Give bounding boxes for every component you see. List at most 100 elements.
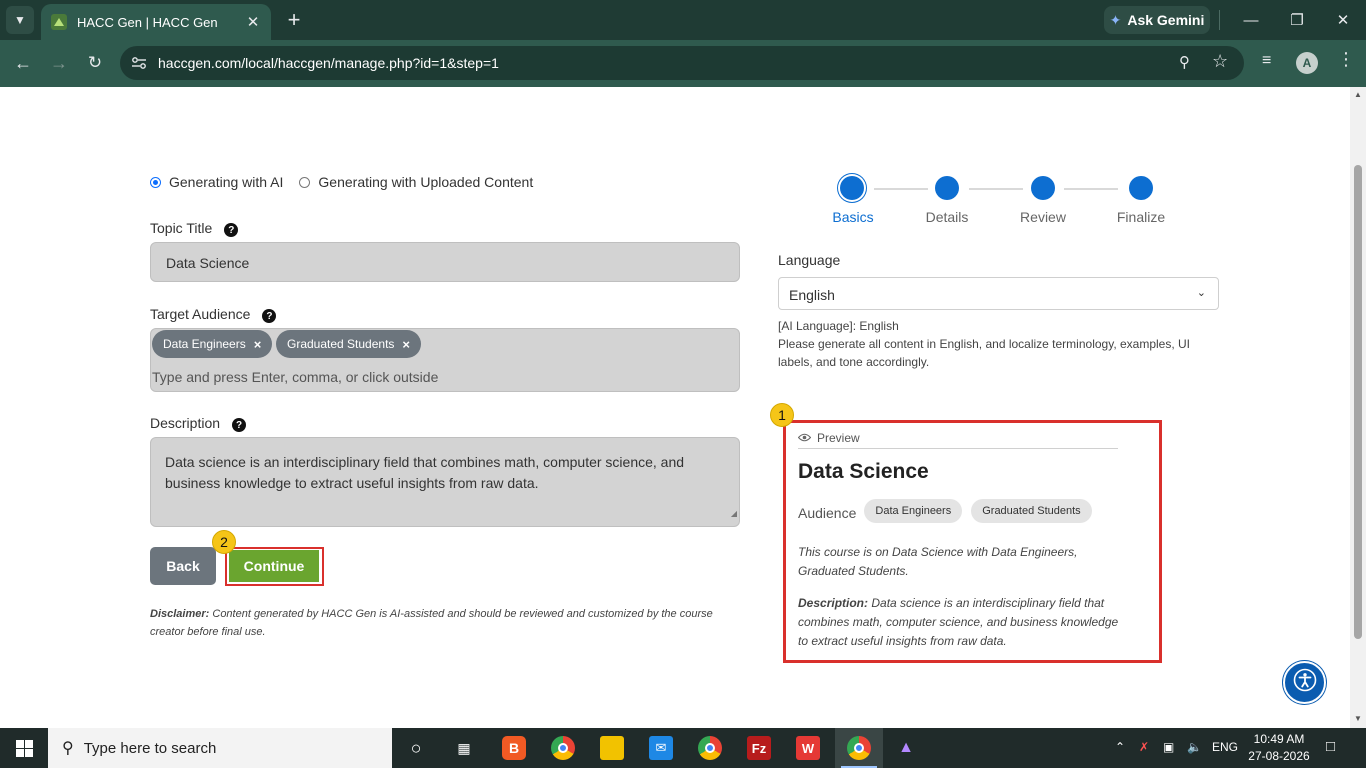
question-icon[interactable]: ?	[232, 418, 247, 432]
ask-gemini-label: Ask Gemini	[1127, 12, 1205, 28]
bookmark-star-icon[interactable]: ☆	[1212, 51, 1228, 72]
language-select[interactable]: English ⌄	[778, 277, 1219, 310]
input-language[interactable]: ENG	[1212, 740, 1238, 754]
topic-title-text: Topic Title	[150, 220, 213, 236]
chrome-active-icon[interactable]	[847, 736, 871, 760]
taskbar-search-placeholder: Type here to search	[83, 739, 217, 757]
audience-tag-label: Data Engineers	[163, 337, 246, 351]
preview-description: Description: Data science is an interdis…	[798, 594, 1128, 651]
reading-list-icon[interactable]: ≡	[1262, 52, 1271, 70]
preview-header: Preview	[797, 428, 1118, 449]
audience-input-placeholder[interactable]: Type and press Enter, comma, or click ou…	[152, 369, 438, 385]
step-connector	[1064, 188, 1118, 190]
description-value[interactable]: Data science is an interdisciplinary fie…	[165, 454, 684, 491]
preview-header-label: Preview	[817, 431, 860, 445]
security-tray-icon[interactable]: ✗	[1139, 740, 1149, 754]
disclaimer-title: Disclaimer:	[150, 608, 210, 620]
target-audience-label: Target Audience ?	[150, 305, 277, 323]
volume-icon[interactable]: 🔈	[1187, 740, 1202, 754]
target-audience-text: Target Audience	[150, 306, 251, 322]
scroll-down-icon[interactable]: ▼	[1354, 714, 1362, 723]
file-explorer-icon[interactable]	[600, 736, 624, 760]
resize-handle-icon[interactable]: ◢	[731, 503, 737, 524]
profile-avatar[interactable]: A	[1296, 52, 1318, 74]
upload-mode-label[interactable]: Generating with Uploaded Content	[318, 174, 533, 190]
url-text[interactable]: haccgen.com/local/haccgen/manage.php?id=…	[158, 55, 499, 71]
step-basics-dot	[840, 176, 864, 200]
clock-date: 27-08-2026	[1248, 749, 1310, 763]
step-review-label: Review	[1020, 209, 1066, 225]
language-label: Language	[778, 252, 841, 268]
wps-office-icon[interactable]: W	[796, 736, 820, 760]
step-details-label: Details	[925, 209, 969, 225]
windows-logo-icon	[15, 739, 33, 757]
reload-icon[interactable]: ↻	[82, 50, 108, 76]
preview-summary: This course is on Data Science with Data…	[798, 545, 1078, 578]
address-bar[interactable]: haccgen.com/local/haccgen/manage.php?id=…	[120, 46, 1244, 80]
scrollbar-thumb[interactable]	[1354, 165, 1362, 639]
ai-mode-radio[interactable]	[150, 176, 161, 188]
browser-menu-icon[interactable]: ⋮	[1337, 49, 1355, 70]
accessibility-button[interactable]	[1283, 661, 1326, 704]
audience-tag: Graduated Students ×	[276, 330, 422, 358]
description-textarea[interactable]: Data science is an interdisciplinary fie…	[150, 437, 740, 527]
zoom-icon[interactable]: ⚲	[1179, 53, 1190, 71]
taskbar-search[interactable]: ⚲ Type here to search	[48, 728, 392, 768]
back-arrow-icon[interactable]: ←	[10, 50, 36, 76]
browser-tab[interactable]: HACC Gen | HACC Gen ✕	[41, 4, 271, 40]
preview-title: Data Science	[798, 460, 929, 483]
chrome-profile-icon[interactable]	[698, 736, 722, 760]
new-tab-button[interactable]: +	[280, 6, 308, 34]
continue-button[interactable]: Continue	[229, 550, 319, 582]
tabbar-divider	[1219, 10, 1220, 30]
remove-tag-icon[interactable]: ×	[254, 337, 262, 352]
preview-audience-tag: Graduated Students	[971, 499, 1092, 523]
description-label: Description ?	[150, 414, 247, 432]
annotation-marker-1: 1	[770, 403, 794, 427]
show-hidden-icons[interactable]: ⌃	[1115, 740, 1125, 754]
task-view-icon[interactable]: ▦	[452, 736, 476, 760]
step-connector	[969, 188, 1023, 190]
system-clock[interactable]: 10:49 AM 27-08-2026	[1243, 731, 1315, 765]
site-info-icon[interactable]	[130, 54, 148, 72]
mail-icon[interactable]: ✉	[649, 736, 673, 760]
filezilla-icon[interactable]: Fz	[747, 736, 771, 760]
ai-mode-label[interactable]: Generating with AI	[169, 174, 283, 190]
step-finalize-label: Finalize	[1116, 209, 1166, 225]
clock-time: 10:49 AM	[1253, 732, 1305, 746]
target-audience-input[interactable]: Data Engineers × Graduated Students × Ty…	[150, 328, 740, 392]
page-scrollbar[interactable]: ▲ ▼	[1350, 87, 1366, 728]
chrome-icon[interactable]	[551, 736, 575, 760]
brave-browser-icon[interactable]: B	[502, 736, 526, 760]
network-icon[interactable]: ▣	[1163, 740, 1174, 754]
preview-audience-row: Audience Data Engineers Graduated Studen…	[798, 499, 1101, 523]
question-icon[interactable]: ?	[224, 223, 239, 237]
tab-title: HACC Gen | HACC Gen	[77, 14, 218, 30]
minimize-window-button[interactable]: —	[1239, 8, 1263, 32]
cortana-icon[interactable]: ○	[404, 736, 428, 760]
app-launcher-icon[interactable]: ▲	[894, 736, 918, 760]
question-icon[interactable]: ?	[262, 309, 277, 323]
topic-title-input[interactable]: Data Science	[150, 242, 740, 282]
windows-start-button[interactable]	[0, 728, 48, 768]
audience-tag: Data Engineers ×	[152, 330, 273, 358]
upload-mode-radio[interactable]	[299, 176, 311, 188]
preview-audience-tag: Data Engineers	[864, 499, 963, 523]
notifications-icon[interactable]: □	[1326, 738, 1335, 755]
scroll-up-icon[interactable]: ▲	[1354, 90, 1362, 99]
windows-taskbar: ⚲ Type here to search ○ ▦ B ✉ Fz W ▲ ⌃ ✗…	[0, 728, 1366, 768]
accessibility-icon	[1293, 668, 1317, 697]
ask-gemini-button[interactable]: ✦ Ask Gemini	[1104, 6, 1210, 34]
restore-window-button[interactable]: ❐	[1285, 8, 1309, 32]
close-tab-icon[interactable]: ✕	[245, 13, 261, 31]
back-button[interactable]: Back	[150, 547, 216, 585]
gemini-sparkle-icon: ✦	[1109, 11, 1122, 28]
remove-tag-icon[interactable]: ×	[402, 337, 410, 352]
step-details-dot	[935, 176, 959, 200]
description-text: Description	[150, 415, 221, 431]
forward-arrow-icon[interactable]: →	[46, 50, 72, 76]
preview-audience-label: Audience	[798, 505, 857, 521]
step-review-dot	[1031, 176, 1055, 200]
tab-search-button[interactable]: ▼	[6, 6, 34, 34]
close-window-button[interactable]: ✕	[1331, 8, 1355, 32]
